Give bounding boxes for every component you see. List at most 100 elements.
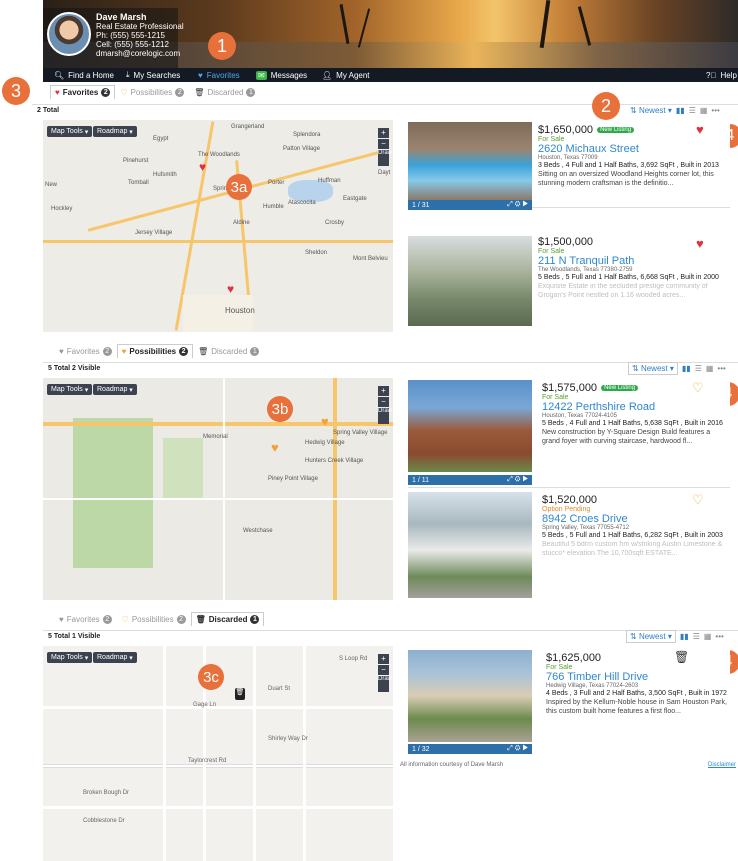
listing-photo[interactable] (408, 236, 532, 326)
photo-controls-icon[interactable]: ⤢ ⚙ ▶ (507, 745, 532, 753)
tab-possibilities[interactable]: ♡ Possibilities 2 (115, 85, 189, 99)
tab-discarded[interactable]: 🗑︎ Discarded 1 (193, 344, 264, 358)
photo-nav-bar[interactable]: 1 / 32 ⤢ ⚙ ▶ (408, 744, 532, 754)
sort-newest[interactable]: ⇅ Newest ▾ (626, 630, 676, 643)
listing-photo[interactable] (408, 122, 532, 200)
zoom-in-button[interactable]: + (378, 386, 389, 396)
nav-favorites[interactable]: ♥ Favorites (198, 69, 240, 81)
grid-view-icon[interactable]: ▦ (704, 632, 712, 641)
map-view-icon[interactable]: ▮▮ (676, 106, 685, 115)
zoom-out-button[interactable]: − (378, 397, 389, 407)
more-icon[interactable]: ••• (711, 106, 719, 115)
listing-photo[interactable] (408, 650, 532, 742)
list-view-icon[interactable]: ☰ (693, 632, 700, 641)
street-label: Gage Ln (193, 702, 217, 708)
listing-specs: 5 Beds , 4 Full and 1 Half Baths, 5,638 … (542, 420, 723, 427)
heart-icon: ♥ (59, 347, 64, 356)
draw-button[interactable]: Draw (378, 150, 392, 166)
map-tools-button[interactable]: Map Tools ▾ (47, 652, 93, 663)
tab-favorites[interactable]: ♥ Favorites 2 (54, 612, 117, 626)
map-label: Hockley (51, 206, 73, 212)
zoom-in-button[interactable]: + (378, 654, 389, 664)
callout-1: 1 (208, 32, 236, 60)
nav-my-searches[interactable]: ⤓ My Searches (126, 69, 180, 81)
listing-card[interactable]: $1,520,000 Option Pending 8942 Croes Dri… (408, 492, 730, 600)
tab-discarded[interactable]: 🗑︎ Discarded 1 (190, 612, 265, 626)
tab-possibilities[interactable]: ♥ Possibilities 2 (116, 344, 194, 358)
discarded-map-pin[interactable]: 🗑︎ (235, 688, 245, 700)
listing-address[interactable]: 8942 Croes Drive (542, 513, 727, 525)
map-discarded[interactable]: Map Tools ▾ Roadmap ▾ + − Draw S Loop Rd… (43, 646, 393, 861)
street-label: Cobblestone Dr (83, 818, 125, 824)
discard-trash-icon[interactable]: 🗑︎ (674, 650, 689, 664)
grid-view-icon[interactable]: ▦ (706, 364, 714, 373)
favorite-map-pin[interactable]: ♥ (199, 160, 206, 174)
roadmap-button[interactable]: Roadmap ▾ (93, 126, 137, 137)
more-icon[interactable]: ••• (717, 364, 725, 373)
map-favorites[interactable]: Map Tools ▾ Roadmap ▾ + − Draw Grangerla… (43, 120, 393, 332)
list-view-icon[interactable]: ☰ (689, 106, 696, 115)
messages-icon: ✉ (256, 70, 267, 80)
draw-button[interactable]: Draw (378, 408, 392, 424)
map-view-icon[interactable]: ▮▮ (680, 632, 689, 641)
tab-favorites[interactable]: ♥ Favorites 2 (50, 85, 116, 99)
listing-card[interactable]: 1 / 31 ⤢ ⚙ ▶ $1,650,000 New Listing For Sa… (408, 122, 730, 210)
agent-email[interactable]: dmarsh@corelogic.com (96, 49, 180, 58)
map-label: Pinehurst (123, 158, 149, 164)
listing-description: Sitting on an oversized Woodland Heights… (538, 171, 714, 187)
heart-outline-icon: ♡ (120, 88, 128, 97)
tab-bar: ♥ Favorites 2 ♡ Possibilities 2 🗑︎ Discarded 1 (54, 612, 265, 626)
listing-address[interactable]: 12422 Perthshire Road (542, 401, 727, 413)
possibility-heart-icon[interactable]: ♡ (692, 492, 704, 508)
favorite-heart-icon[interactable]: ♥ (696, 122, 704, 137)
listing-card[interactable]: 1 / 32 ⤢ ⚙ ▶ $1,625,000 For Sale 766 Timb… (408, 650, 730, 760)
more-icon[interactable]: ••• (715, 632, 723, 641)
map-possibilities[interactable]: Map Tools ▾ Roadmap ▾ + − Draw Spring Va… (43, 378, 393, 600)
disclaimer-link[interactable]: Disclaimer (708, 762, 736, 768)
listing-address[interactable]: 2620 Michaux Street (538, 143, 723, 155)
possibility-map-pin[interactable]: ♥ (271, 440, 279, 455)
nav-find-home[interactable]: 🔍︎ Find a Home (54, 69, 114, 81)
zoom-in-button[interactable]: + (378, 128, 389, 138)
zoom-out-button[interactable]: − (378, 139, 389, 149)
map-tools-button[interactable]: Map Tools ▾ (47, 384, 93, 395)
map-label: Crosby (325, 220, 345, 226)
view-tools: ⇅ Newest ▾ ▮▮ ☰ ▦ ••• (628, 362, 726, 375)
photo-nav-bar[interactable]: 1 / 31 ⤢ ⚙ ▶ (408, 200, 532, 210)
favorite-heart-icon[interactable]: ♥ (696, 236, 704, 251)
zoom-out-button[interactable]: − (378, 665, 389, 675)
photo-controls-icon[interactable]: ⤢ ⚙ ▶ (507, 476, 532, 484)
listing-address[interactable]: 211 N Tranquil Path (538, 255, 723, 267)
map-tools-button[interactable]: Map Tools ▾ (47, 126, 93, 137)
listing-address[interactable]: 766 Timber Hill Drive (546, 671, 730, 683)
map-view-icon[interactable]: ▮▮ (682, 364, 691, 373)
trash-icon: 🗑︎ (195, 615, 206, 624)
sort-newest[interactable]: ⇅ Newest ▾ (630, 106, 672, 115)
listing-card[interactable]: $1,500,000 For Sale 211 N Tranquil Path … (408, 236, 730, 330)
possibility-map-pin[interactable]: ♥ (321, 414, 329, 429)
roadmap-button[interactable]: Roadmap ▾ (93, 652, 137, 663)
possibility-heart-icon[interactable]: ♡ (692, 380, 704, 396)
tab-favorites[interactable]: ♥ Favorites 2 (54, 344, 117, 358)
street-label: Duart St (268, 686, 291, 692)
listing-photo[interactable] (408, 492, 532, 598)
sort-newest[interactable]: ⇅ Newest ▾ (628, 362, 678, 375)
photo-controls-icon[interactable]: ⤢ ⚙ ▶ (507, 201, 532, 209)
listing-card[interactable]: 1 / 11 ⤢ ⚙ ▶ $1,575,000 New Listing For Sa… (408, 380, 730, 488)
photo-nav-bar[interactable]: 1 / 11 ⤢ ⚙ ▶ (408, 475, 532, 485)
draw-button[interactable]: Draw (378, 676, 392, 692)
list-view-icon[interactable]: ☰ (695, 364, 702, 373)
nav-messages[interactable]: ✉ Messages (256, 69, 307, 81)
callout-3c: 3c (198, 664, 224, 690)
grid-view-icon[interactable]: ▦ (700, 106, 708, 115)
map-label: Sheldon (305, 250, 328, 256)
nav-my-agent[interactable]: 👤︎ My Agent (322, 69, 370, 81)
roadmap-button[interactable]: Roadmap ▾ (93, 384, 137, 395)
nav-help[interactable]: ?⃝ Help (706, 69, 737, 81)
listing-photo[interactable] (408, 380, 532, 472)
tab-discarded[interactable]: 🗑︎ Discarded 1 (189, 85, 260, 99)
favorite-map-pin[interactable]: ♥ (227, 282, 234, 296)
map-label: Hufsmith (153, 172, 177, 178)
agent-avatar (47, 12, 91, 56)
tab-possibilities[interactable]: ♡ Possibilities 2 (117, 612, 191, 626)
